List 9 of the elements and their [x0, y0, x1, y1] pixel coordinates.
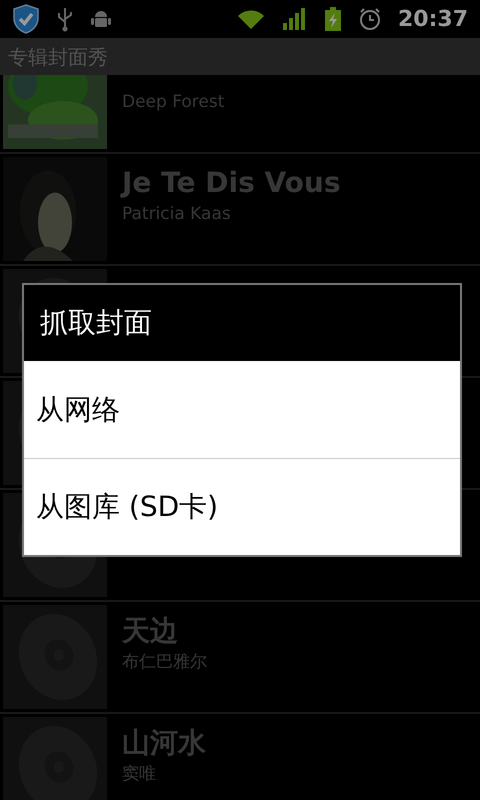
signal-icon [282, 7, 308, 31]
battery-charging-icon [324, 6, 342, 32]
alarm-icon [358, 7, 382, 31]
dialog-title: 抓取封面 [40, 305, 152, 341]
clock-time: 20:37 [398, 6, 468, 34]
wifi-icon [236, 8, 266, 30]
usb-icon [56, 6, 74, 32]
shield-check-icon [12, 4, 40, 34]
android-icon [90, 8, 112, 30]
